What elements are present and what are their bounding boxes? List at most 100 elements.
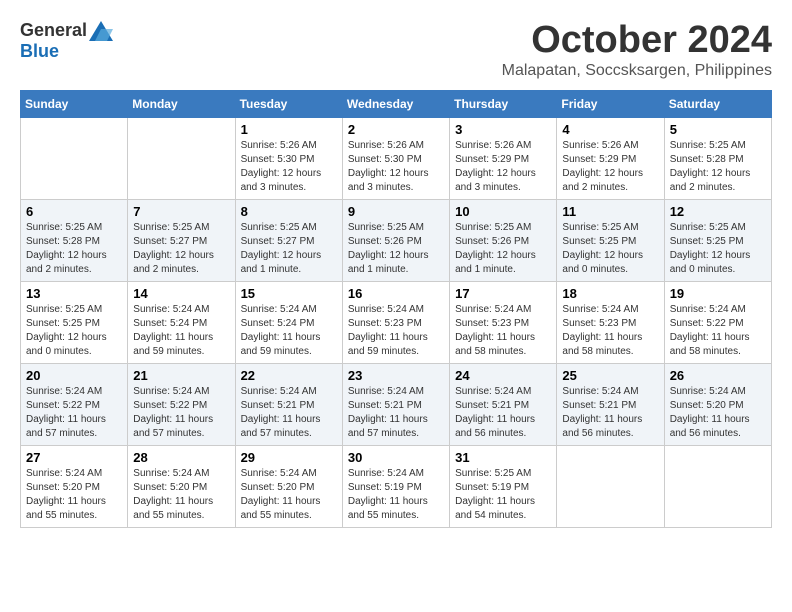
calendar-week-row: 13 Sunrise: 5:25 AM Sunset: 5:25 PM Dayli… [21, 281, 772, 363]
calendar-cell: 29 Sunrise: 5:24 AM Sunset: 5:20 PM Dayli… [235, 445, 342, 527]
calendar-cell-info: Sunrise: 5:25 AM Sunset: 5:27 PM Dayligh… [133, 221, 229, 277]
calendar-cell: 13 Sunrise: 5:25 AM Sunset: 5:25 PM Dayli… [21, 281, 128, 363]
calendar-week-row: 1 Sunrise: 5:26 AM Sunset: 5:30 PM Daylig… [21, 117, 772, 199]
calendar-week-row: 20 Sunrise: 5:24 AM Sunset: 5:22 PM Dayli… [21, 363, 772, 445]
calendar-cell-info: Sunrise: 5:24 AM Sunset: 5:21 PM Dayligh… [348, 385, 444, 441]
calendar-cell: 5Sunrise: 5:25 AM Sunset: 5:28 PM Daylig… [664, 117, 771, 199]
calendar-cell: 19 Sunrise: 5:24 AM Sunset: 5:22 PM Dayli… [664, 281, 771, 363]
calendar-cell-info: Sunrise: 5:24 AM Sunset: 5:20 PM Dayligh… [133, 467, 229, 523]
calendar-day-number: 3 [455, 122, 551, 137]
calendar-header-sunday: Sunday [21, 90, 128, 117]
calendar-cell: 25Sunrise: 5:24 AM Sunset: 5:21 PM Dayli… [557, 363, 664, 445]
calendar-header-wednesday: Wednesday [342, 90, 449, 117]
calendar-day-number: 14 [133, 286, 229, 301]
calendar-week-row: 6Sunrise: 5:25 AM Sunset: 5:28 PM Daylig… [21, 199, 772, 281]
calendar-day-number: 19 [670, 286, 766, 301]
calendar-cell-info: Sunrise: 5:25 AM Sunset: 5:28 PM Dayligh… [670, 139, 766, 195]
calendar-cell-info: Sunrise: 5:24 AM Sunset: 5:22 PM Dayligh… [133, 385, 229, 441]
calendar-header-monday: Monday [128, 90, 235, 117]
calendar-cell-info: Sunrise: 5:24 AM Sunset: 5:23 PM Dayligh… [562, 303, 658, 359]
calendar-cell-info: Sunrise: 5:24 AM Sunset: 5:24 PM Dayligh… [241, 303, 337, 359]
calendar-cell: 12 Sunrise: 5:25 AM Sunset: 5:25 PM Dayli… [664, 199, 771, 281]
calendar-day-number: 29 [241, 450, 337, 465]
calendar-cell: 8Sunrise: 5:25 AM Sunset: 5:27 PM Daylig… [235, 199, 342, 281]
calendar-cell-info: Sunrise: 5:24 AM Sunset: 5:23 PM Dayligh… [455, 303, 551, 359]
calendar-cell: 21 Sunrise: 5:24 AM Sunset: 5:22 PM Dayli… [128, 363, 235, 445]
calendar-cell-info: Sunrise: 5:24 AM Sunset: 5:21 PM Dayligh… [455, 385, 551, 441]
calendar-day-number: 21 [133, 368, 229, 383]
logo-blue-text: Blue [20, 41, 59, 62]
calendar-day-number: 25 [562, 368, 658, 383]
calendar-day-number: 4 [562, 122, 658, 137]
calendar-cell-info: Sunrise: 5:25 AM Sunset: 5:25 PM Dayligh… [562, 221, 658, 277]
calendar-cell: 11 Sunrise: 5:25 AM Sunset: 5:25 PM Dayli… [557, 199, 664, 281]
calendar-cell: 2 Sunrise: 5:26 AM Sunset: 5:30 PM Daylig… [342, 117, 449, 199]
calendar-cell-info: Sunrise: 5:24 AM Sunset: 5:20 PM Dayligh… [241, 467, 337, 523]
logo-general-text: General [20, 20, 87, 41]
calendar-day-number: 27 [26, 450, 122, 465]
calendar-cell-info: Sunrise: 5:26 AM Sunset: 5:29 PM Dayligh… [455, 139, 551, 195]
calendar-cell: 7Sunrise: 5:25 AM Sunset: 5:27 PM Daylig… [128, 199, 235, 281]
calendar-cell-info: Sunrise: 5:24 AM Sunset: 5:20 PM Dayligh… [26, 467, 122, 523]
calendar-cell: 31Sunrise: 5:25 AM Sunset: 5:19 PM Dayli… [450, 445, 557, 527]
calendar-day-number: 11 [562, 204, 658, 219]
title-block: October 2024 Malapatan, Soccsksargen, Ph… [502, 20, 772, 80]
calendar-cell-info: Sunrise: 5:24 AM Sunset: 5:22 PM Dayligh… [26, 385, 122, 441]
calendar-day-number: 22 [241, 368, 337, 383]
calendar-cell: 15 Sunrise: 5:24 AM Sunset: 5:24 PM Dayli… [235, 281, 342, 363]
calendar-cell: 26Sunrise: 5:24 AM Sunset: 5:20 PM Dayli… [664, 363, 771, 445]
calendar-day-number: 15 [241, 286, 337, 301]
calendar-cell [557, 445, 664, 527]
calendar-cell: 24 Sunrise: 5:24 AM Sunset: 5:21 PM Dayli… [450, 363, 557, 445]
calendar-cell: 23 Sunrise: 5:24 AM Sunset: 5:21 PM Dayli… [342, 363, 449, 445]
calendar-cell [21, 117, 128, 199]
calendar-table: SundayMondayTuesdayWednesdayThursdayFrid… [20, 90, 772, 528]
calendar-cell-info: Sunrise: 5:25 AM Sunset: 5:26 PM Dayligh… [455, 221, 551, 277]
calendar-day-number: 17 [455, 286, 551, 301]
calendar-cell: 20 Sunrise: 5:24 AM Sunset: 5:22 PM Dayli… [21, 363, 128, 445]
calendar-day-number: 1 [241, 122, 337, 137]
calendar-day-number: 23 [348, 368, 444, 383]
calendar-cell: 3 Sunrise: 5:26 AM Sunset: 5:29 PM Daylig… [450, 117, 557, 199]
calendar-cell-info: Sunrise: 5:25 AM Sunset: 5:19 PM Dayligh… [455, 467, 551, 523]
calendar-cell-info: Sunrise: 5:25 AM Sunset: 5:28 PM Dayligh… [26, 221, 122, 277]
month-title: October 2024 [502, 20, 772, 62]
calendar-day-number: 24 [455, 368, 551, 383]
calendar-day-number: 10 [455, 204, 551, 219]
calendar-cell: 17 Sunrise: 5:24 AM Sunset: 5:23 PM Dayli… [450, 281, 557, 363]
page-header: General Blue October 2024 Malapatan, Soc… [20, 20, 772, 80]
calendar-header-friday: Friday [557, 90, 664, 117]
calendar-cell: 16Sunrise: 5:24 AM Sunset: 5:23 PM Dayli… [342, 281, 449, 363]
calendar-cell: 6Sunrise: 5:25 AM Sunset: 5:28 PM Daylig… [21, 199, 128, 281]
calendar-cell: 18 Sunrise: 5:24 AM Sunset: 5:23 PM Dayli… [557, 281, 664, 363]
calendar-cell-info: Sunrise: 5:24 AM Sunset: 5:19 PM Dayligh… [348, 467, 444, 523]
calendar-cell: 10 Sunrise: 5:25 AM Sunset: 5:26 PM Dayli… [450, 199, 557, 281]
calendar-cell-info: Sunrise: 5:26 AM Sunset: 5:30 PM Dayligh… [348, 139, 444, 195]
calendar-day-number: 18 [562, 286, 658, 301]
calendar-day-number: 12 [670, 204, 766, 219]
calendar-day-number: 8 [241, 204, 337, 219]
calendar-cell-info: Sunrise: 5:24 AM Sunset: 5:24 PM Dayligh… [133, 303, 229, 359]
calendar-cell-info: Sunrise: 5:25 AM Sunset: 5:25 PM Dayligh… [670, 221, 766, 277]
calendar-day-number: 9 [348, 204, 444, 219]
calendar-cell: 14 Sunrise: 5:24 AM Sunset: 5:24 PM Dayli… [128, 281, 235, 363]
calendar-cell-info: Sunrise: 5:26 AM Sunset: 5:30 PM Dayligh… [241, 139, 337, 195]
logo: General Blue [20, 20, 113, 62]
calendar-cell-info: Sunrise: 5:25 AM Sunset: 5:25 PM Dayligh… [26, 303, 122, 359]
calendar-cell-info: Sunrise: 5:24 AM Sunset: 5:20 PM Dayligh… [670, 385, 766, 441]
calendar-day-number: 20 [26, 368, 122, 383]
calendar-cell: 28 Sunrise: 5:24 AM Sunset: 5:20 PM Dayli… [128, 445, 235, 527]
calendar-header-thursday: Thursday [450, 90, 557, 117]
calendar-day-number: 16 [348, 286, 444, 301]
calendar-cell: 30Sunrise: 5:24 AM Sunset: 5:19 PM Dayli… [342, 445, 449, 527]
calendar-cell: 27 Sunrise: 5:24 AM Sunset: 5:20 PM Dayli… [21, 445, 128, 527]
calendar-cell: 9Sunrise: 5:25 AM Sunset: 5:26 PM Daylig… [342, 199, 449, 281]
calendar-day-number: 2 [348, 122, 444, 137]
calendar-day-number: 28 [133, 450, 229, 465]
calendar-cell-info: Sunrise: 5:24 AM Sunset: 5:22 PM Dayligh… [670, 303, 766, 359]
location: Malapatan, Soccsksargen, Philippines [502, 62, 772, 80]
calendar-cell-info: Sunrise: 5:26 AM Sunset: 5:29 PM Dayligh… [562, 139, 658, 195]
calendar-cell-info: Sunrise: 5:24 AM Sunset: 5:21 PM Dayligh… [241, 385, 337, 441]
calendar-day-number: 13 [26, 286, 122, 301]
calendar-header-tuesday: Tuesday [235, 90, 342, 117]
